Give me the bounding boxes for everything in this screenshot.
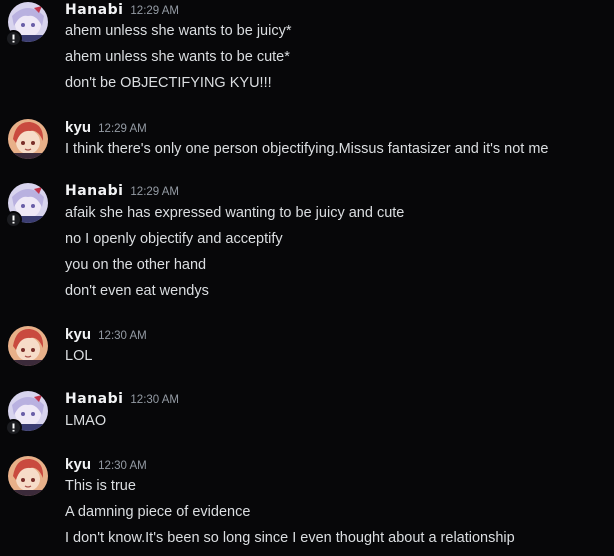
- message-text: LOL: [65, 348, 93, 364]
- username[interactable]: kyu: [65, 456, 91, 473]
- message-text: don't even eat wendys: [65, 283, 209, 299]
- exclamation-badge-icon: [5, 419, 22, 436]
- message-header: Hanabi 12:29 AM: [65, 2, 179, 22]
- message-text: ahem unless she wants to be cute*: [65, 49, 290, 65]
- timestamp[interactable]: 12:30 AM: [130, 394, 179, 406]
- username[interactable]: Hanabi: [65, 183, 123, 199]
- message-text: you on the other hand: [65, 257, 207, 273]
- timestamp[interactable]: 12:29 AM: [130, 5, 179, 17]
- exclamation-badge-icon: [5, 211, 22, 228]
- username[interactable]: kyu: [65, 326, 91, 343]
- avatar-kyu[interactable]: [8, 119, 48, 159]
- chat-message-list: Hanabi 12:29 AM ahem unless she wants to…: [0, 0, 614, 556]
- message-header: kyu 12:30 AM: [65, 456, 147, 476]
- message-text: no I openly objectify and acceptify: [65, 231, 283, 247]
- username[interactable]: Hanabi: [65, 2, 123, 18]
- avatar-kyu[interactable]: [8, 326, 48, 366]
- message-text: afaik she has expressed wanting to be ju…: [65, 205, 405, 221]
- message-text: don't be OBJECTIFYING KYU!!!: [65, 75, 272, 91]
- message-header: kyu 12:30 AM: [65, 326, 147, 346]
- avatar-kyu[interactable]: [8, 456, 48, 496]
- message-text: I think there's only one person objectif…: [65, 141, 549, 157]
- message-header: Hanabi 12:29 AM: [65, 183, 179, 203]
- username[interactable]: Hanabi: [65, 391, 123, 407]
- message-text: I don't know.It's been so long since I e…: [65, 530, 515, 546]
- message-header: kyu 12:29 AM: [65, 119, 147, 139]
- message-header: Hanabi 12:30 AM: [65, 391, 179, 411]
- timestamp[interactable]: 12:30 AM: [98, 330, 147, 342]
- message-text: LMAO: [65, 413, 107, 429]
- message-text: A damning piece of evidence: [65, 504, 251, 520]
- timestamp[interactable]: 12:30 AM: [98, 460, 147, 472]
- username[interactable]: kyu: [65, 119, 91, 136]
- timestamp[interactable]: 12:29 AM: [130, 186, 179, 198]
- timestamp[interactable]: 12:29 AM: [98, 123, 147, 135]
- message-text: ahem unless she wants to be juicy*: [65, 23, 292, 39]
- exclamation-badge-icon: [5, 30, 22, 47]
- message-text: This is true: [65, 478, 136, 494]
